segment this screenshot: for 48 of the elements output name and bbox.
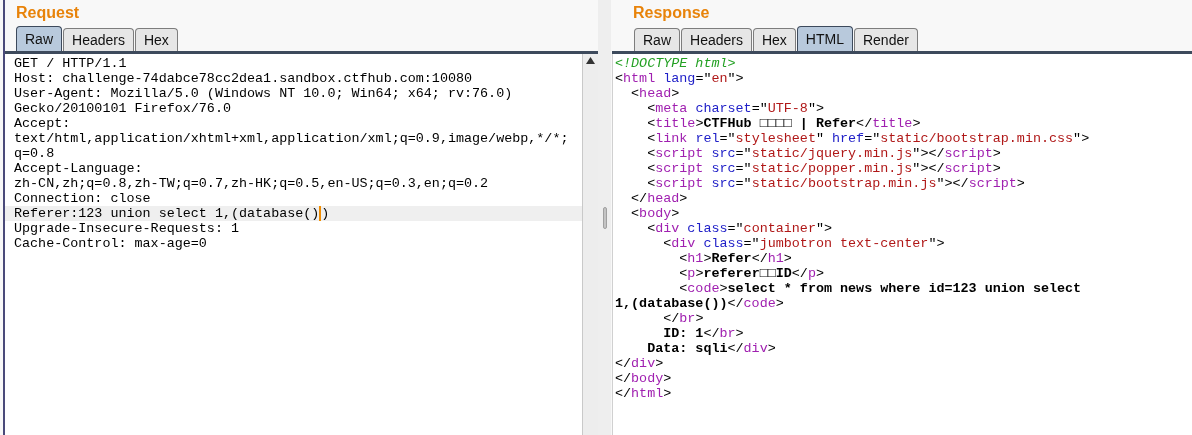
code-line: User-Agent: Mozilla/5.0 (Windows NT 10.0; Win64; x64; rv:76.0) (13, 86, 514, 101)
code-line: <script src="static/jquery.min.js"></script> (646, 146, 1002, 161)
code-line: <p>referer□□ID</p> (678, 266, 825, 281)
code-line: GET / HTTP/1.1 (13, 56, 128, 71)
code-line: Cache-Control: max-age=0 (13, 236, 208, 251)
code-line: <script src="static/bootstrap.min.js"></script> (646, 176, 1026, 191)
code-line: <html lang="en"> (615, 71, 745, 86)
code-line: <link rel="stylesheet" href="static/bootstrap.min.css"> (646, 131, 1091, 146)
tab[interactable]: Headers (63, 28, 134, 51)
code-line: text/html,application/xhtml+xml,application/xml;q=0.9,image/webp,*/*; (13, 131, 570, 146)
tab[interactable]: Hex (134, 28, 178, 51)
scrollbar[interactable] (582, 54, 598, 435)
code-line: Accept-Language: (13, 161, 144, 176)
code-line: Connection: close (13, 191, 152, 206)
code-line: </head> (630, 191, 689, 206)
code-line: <!DOCTYPE html> (615, 56, 737, 71)
code-line: <head> (630, 86, 681, 101)
code-line: <code>select * from news where id=123 union select (678, 281, 1083, 296)
tab[interactable]: Hex (752, 28, 796, 51)
code-line: <title>CTFHub □□□□ | Refer</title> (646, 116, 922, 131)
tab[interactable]: HTML (796, 26, 853, 51)
code-line: Gecko/20100101 Firefox/76.0 (13, 101, 232, 116)
splitter-handle[interactable] (602, 206, 607, 229)
code-line: <body> (630, 206, 681, 221)
code-line: <div class="container"> (646, 221, 833, 236)
code-line: Data: sqli</div> (646, 341, 777, 356)
up-arrow-icon[interactable] (586, 57, 595, 64)
code-line: 1,(database())</code> (615, 296, 785, 311)
tab[interactable]: Render (853, 28, 918, 51)
code-line: <script src="static/popper.min.js"></script> (646, 161, 1002, 176)
code-line: <meta charset="UTF-8"> (646, 101, 825, 116)
code-line: </html> (615, 386, 673, 401)
code-line: Upgrade-Insecure-Requests: 1 (13, 221, 240, 236)
tab[interactable]: Raw (16, 26, 62, 51)
tab[interactable]: Headers (681, 28, 752, 51)
code-line: </body> (615, 371, 673, 386)
panel-title: Response (633, 3, 710, 23)
code-line: <div class="jumbotron text-center"> (662, 236, 946, 251)
code-line: Accept: (13, 116, 72, 131)
tab[interactable]: Raw (634, 28, 680, 51)
panel-title: Request (16, 3, 80, 23)
code-line: zh-CN,zh;q=0.8,zh-TW;q=0.7,zh-HK;q=0.5,en-US;q=0.3,en;q=0.2 (13, 176, 490, 191)
code-line: q=0.8 (13, 146, 56, 161)
code-line: </div> (615, 356, 665, 371)
code-line: </br> (662, 311, 705, 326)
code-line: <h1>Refer</h1> (678, 251, 793, 266)
code-line: ID: 1</br> (662, 326, 745, 341)
code-line: Host: challenge-74dabce78cc2dea1.sandbox.ctfhub.com:10080 (13, 71, 474, 86)
